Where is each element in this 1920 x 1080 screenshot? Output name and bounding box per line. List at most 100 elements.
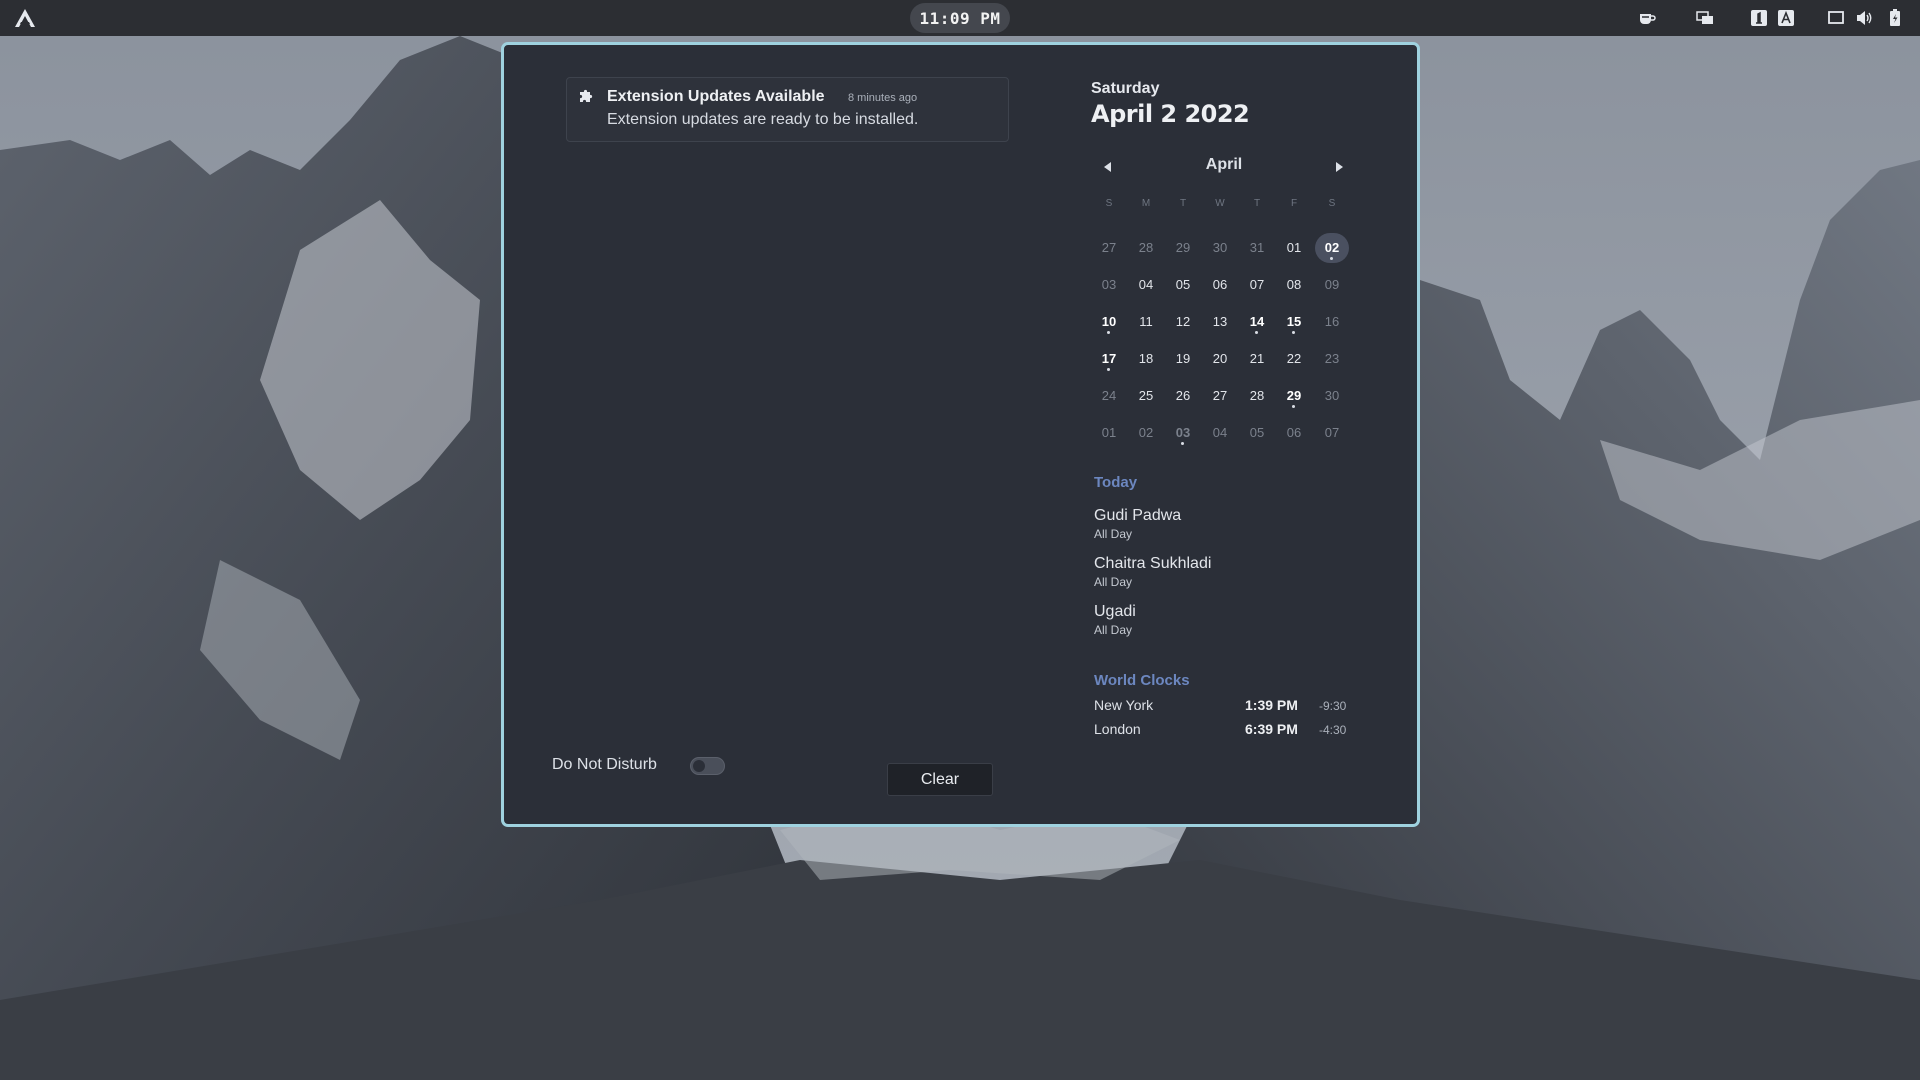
calendar-day[interactable]: 07: [1240, 270, 1274, 300]
world-clock-city: New York: [1094, 697, 1154, 713]
toggle-knob: [693, 760, 705, 772]
activities-button[interactable]: [10, 4, 40, 32]
calendar-day[interactable]: 13: [1203, 307, 1237, 337]
event-indicator-dot: [1292, 405, 1295, 408]
clear-button[interactable]: Clear: [887, 763, 993, 796]
keyboard-1-icon[interactable]: [1748, 7, 1770, 29]
weekday-header: F: [1290, 198, 1298, 209]
calendar-day[interactable]: 06: [1203, 270, 1237, 300]
calendar-day[interactable]: 01: [1277, 233, 1311, 263]
calendar-day[interactable]: 27: [1203, 381, 1237, 411]
calendar-day[interactable]: 03: [1166, 418, 1200, 448]
calendar-day-number: 28: [1138, 240, 1154, 255]
calendar-day-number: 05: [1175, 277, 1191, 292]
event-indicator-dot: [1292, 331, 1295, 334]
calendar-day-number: 09: [1324, 277, 1340, 292]
keyboard-a-icon[interactable]: [1775, 7, 1797, 29]
calendar-day[interactable]: 30: [1315, 381, 1349, 411]
weekday-header: T: [1179, 198, 1187, 209]
calendar-day[interactable]: 15: [1277, 307, 1311, 337]
calendar-day[interactable]: 22: [1277, 344, 1311, 374]
calendar-day-number: 23: [1324, 351, 1340, 366]
calendar-day[interactable]: 26: [1166, 381, 1200, 411]
calendar-day-number: 29: [1286, 388, 1302, 403]
calendar-day-number: 29: [1175, 240, 1191, 255]
calendar-day[interactable]: 06: [1277, 418, 1311, 448]
event-time: All Day: [1094, 575, 1133, 589]
weekday-header: S: [1328, 198, 1336, 209]
chevron-right-icon: [1336, 162, 1343, 172]
weekday-header: W: [1215, 198, 1225, 209]
calendar-day[interactable]: 21: [1240, 344, 1274, 374]
calendar-day[interactable]: 12: [1166, 307, 1200, 337]
previous-month-button[interactable]: [1098, 157, 1118, 177]
calendar-day[interactable]: 29: [1277, 381, 1311, 411]
calendar-day-number: 04: [1138, 277, 1154, 292]
full-date-label[interactable]: April 2 2022: [1091, 100, 1250, 128]
calendar-day-number: 15: [1286, 314, 1302, 329]
calendar-day[interactable]: 16: [1315, 307, 1349, 337]
calendar-day[interactable]: 25: [1129, 381, 1163, 411]
calendar-day[interactable]: 09: [1315, 270, 1349, 300]
top-bar-clock[interactable]: 11:09 PM: [910, 3, 1010, 33]
coffee-icon[interactable]: [1636, 7, 1658, 29]
calendar-day-number: 18: [1138, 351, 1154, 366]
calendar-day[interactable]: 19: [1166, 344, 1200, 374]
battery-icon[interactable]: [1884, 7, 1906, 29]
world-clock-offset: -9:30: [1319, 699, 1347, 713]
calendar-day-number: 02: [1324, 240, 1340, 255]
notification-body: Extension updates are ready to be instal…: [607, 111, 919, 128]
puzzle-icon: [580, 89, 593, 102]
calendar-day[interactable]: 28: [1240, 381, 1274, 411]
calendar-day[interactable]: 08: [1277, 270, 1311, 300]
event-name[interactable]: Ugadi: [1094, 603, 1136, 621]
calendar-day[interactable]: 27: [1092, 233, 1126, 263]
calendar-day[interactable]: 05: [1166, 270, 1200, 300]
calendar-day[interactable]: 04: [1203, 418, 1237, 448]
calendar-day-number: 12: [1175, 314, 1191, 329]
screens-icon[interactable]: [1694, 7, 1716, 29]
calendar-day[interactable]: 24: [1092, 381, 1126, 411]
notification-card[interactable]: Extension Updates Available 8 minutes ag…: [566, 77, 1009, 142]
weekday-label: Saturday: [1091, 80, 1160, 97]
calendar-day[interactable]: 05: [1240, 418, 1274, 448]
event-name[interactable]: Gudi Padwa: [1094, 507, 1181, 525]
activities-icon: [15, 9, 35, 27]
do-not-disturb-label: Do Not Disturb: [552, 756, 657, 773]
calendar-day-today[interactable]: 02: [1315, 233, 1349, 263]
calendar-day[interactable]: 31: [1240, 233, 1274, 263]
calendar-day[interactable]: 14: [1240, 307, 1274, 337]
calendar-day-number: 07: [1249, 277, 1265, 292]
calendar-day-number: 25: [1138, 388, 1154, 403]
event-time: All Day: [1094, 527, 1133, 541]
world-clock-offset: -4:30: [1319, 723, 1347, 737]
display-icon[interactable]: [1825, 7, 1847, 29]
event-indicator-dot: [1107, 331, 1110, 334]
calendar-day[interactable]: 17: [1092, 344, 1126, 374]
calendar-day-number: 27: [1212, 388, 1228, 403]
calendar-day[interactable]: 01: [1092, 418, 1126, 448]
next-month-button[interactable]: [1329, 157, 1349, 177]
calendar-popup: Extension Updates Available 8 minutes ag…: [501, 42, 1420, 827]
world-clocks-title[interactable]: World Clocks: [1094, 672, 1190, 689]
calendar-day[interactable]: 28: [1129, 233, 1163, 263]
calendar-day[interactable]: 29: [1166, 233, 1200, 263]
calendar-day[interactable]: 30: [1203, 233, 1237, 263]
notification-time: 8 minutes ago: [848, 92, 918, 104]
event-name[interactable]: Chaitra Sukhladi: [1094, 555, 1211, 573]
weekday-header: S: [1105, 198, 1113, 209]
calendar-day[interactable]: 18: [1129, 344, 1163, 374]
event-indicator-dot: [1330, 257, 1333, 260]
calendar-day[interactable]: 10: [1092, 307, 1126, 337]
month-label: April: [1205, 156, 1243, 173]
do-not-disturb-toggle[interactable]: [690, 757, 725, 775]
calendar-day[interactable]: 23: [1315, 344, 1349, 374]
calendar-day[interactable]: 03: [1092, 270, 1126, 300]
calendar-day[interactable]: 02: [1129, 418, 1163, 448]
weekday-header: T: [1253, 198, 1261, 209]
calendar-day[interactable]: 20: [1203, 344, 1237, 374]
volume-icon[interactable]: [1854, 7, 1876, 29]
calendar-day[interactable]: 07: [1315, 418, 1349, 448]
calendar-day[interactable]: 11: [1129, 307, 1163, 337]
calendar-day[interactable]: 04: [1129, 270, 1163, 300]
